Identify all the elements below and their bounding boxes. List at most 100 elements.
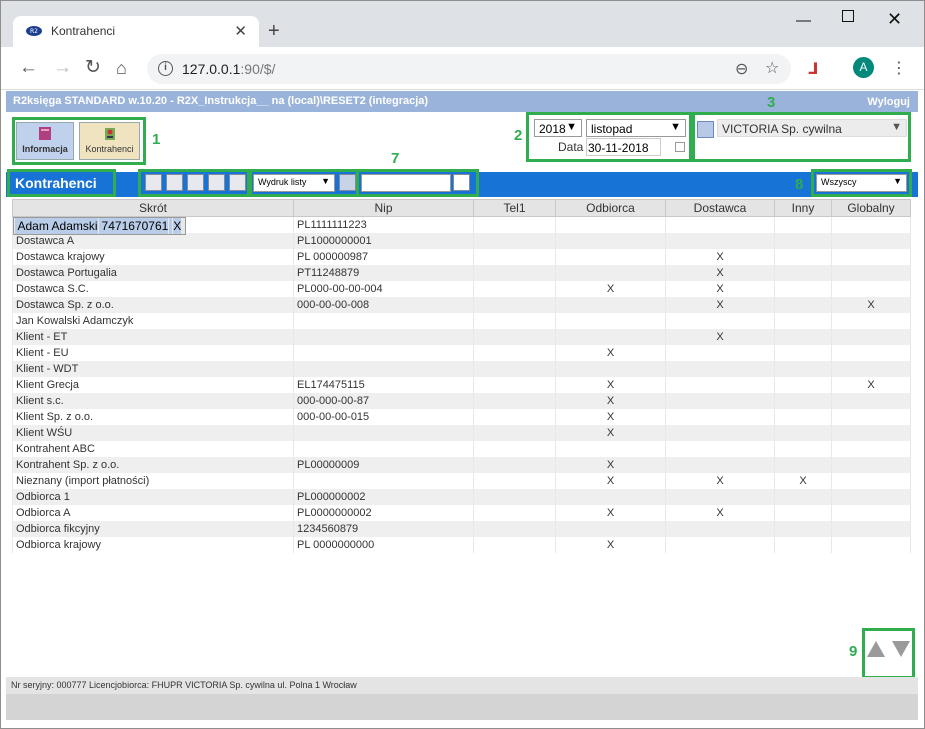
column-header[interactable]: Odbiorca — [555, 199, 666, 217]
table-cell: Klient - ET — [12, 329, 294, 345]
table-cell: Kontrahent Sp. z o.o. — [12, 457, 294, 473]
table-row[interactable]: Klient - WDT — [12, 361, 911, 377]
table-row[interactable]: Kontrahent Sp. z o.o. PL00000009 X — [12, 457, 911, 473]
column-header[interactable]: Dostawca — [665, 199, 775, 217]
table-cell: X — [665, 297, 775, 313]
zoom-icon[interactable]: ⊖ — [735, 59, 748, 79]
table-cell: Dostawca Portugalia — [12, 265, 294, 281]
bookmark-star-icon[interactable]: ☆ — [765, 58, 779, 78]
status-footer: Nr seryjny: 000777 Licencjobiorca: FHUPR… — [6, 677, 918, 694]
new-tab-icon[interactable]: + — [268, 21, 280, 41]
table-cell — [293, 441, 474, 457]
table-cell: X — [665, 329, 775, 345]
minimize-icon[interactable]: — — [796, 12, 811, 29]
table-row[interactable]: Klient Sp. z o.o. 000-00-00-015 X — [12, 409, 911, 425]
table-row[interactable]: Nieznany (import płatności) X X X — [12, 473, 911, 489]
table-cell: Dostawca S.C. — [12, 281, 294, 297]
table-row[interactable]: Odbiorca krajowy PL 0000000000 X — [12, 537, 911, 553]
marker-box-8 — [811, 169, 912, 197]
table-row[interactable]: Klient - ET X — [12, 329, 911, 345]
table-row[interactable]: Dostawca Sp. z o.o. 000-00-00-008 X X — [12, 297, 911, 313]
favicon-icon: R2 — [26, 26, 42, 36]
maximize-icon[interactable] — [842, 10, 854, 22]
table-cell: PT11248879 — [293, 265, 474, 281]
back-icon[interactable]: ← — [19, 58, 38, 78]
table-row[interactable]: Klient Grecja EL174475115 X X — [12, 377, 911, 393]
table-cell: PL000-00-00-004 — [293, 281, 474, 297]
table-cell: Odbiorca A — [12, 505, 294, 521]
close-window-icon[interactable]: ✕ — [887, 9, 902, 30]
column-header[interactable]: Globalny — [831, 199, 911, 217]
reload-icon[interactable]: ↻ — [85, 58, 101, 78]
address-bar[interactable]: i 127.0.0.1:90/$/ ⊖ ☆ — [147, 54, 791, 84]
table-row[interactable]: Klient WŚU X — [12, 425, 911, 441]
table-cell — [774, 441, 832, 457]
table-row[interactable]: Odbiorca A PL0000000002 X X — [12, 505, 911, 521]
table-cell — [473, 521, 556, 537]
profile-avatar[interactable]: A — [853, 57, 874, 78]
table-row[interactable]: Dostawca A PL1000000001 — [12, 233, 911, 249]
table-row[interactable]: Jan Kowalski Adamczyk — [12, 313, 911, 329]
table-cell — [555, 297, 666, 313]
table-cell — [774, 233, 832, 249]
column-header[interactable]: Skrót — [12, 199, 294, 217]
table-cell: 000-00-00-015 — [293, 409, 474, 425]
table-cell — [665, 457, 775, 473]
column-header[interactable]: Nip — [293, 199, 474, 217]
table-cell — [473, 409, 556, 425]
column-header[interactable]: Tel1 — [473, 199, 556, 217]
table-cell: Odbiorca 1 — [12, 489, 294, 505]
column-header[interactable]: Inny — [774, 199, 832, 217]
table-cell — [774, 345, 832, 361]
table-cell — [665, 361, 775, 377]
logout-link[interactable]: Wyloguj — [867, 96, 910, 108]
table-cell — [774, 409, 832, 425]
table-row[interactable]: Odbiorca fikcyjny 1234560879 — [12, 521, 911, 537]
table-cell — [665, 233, 775, 249]
table-cell — [665, 441, 775, 457]
table-cell: X — [172, 218, 183, 234]
home-icon[interactable]: ⌂ — [116, 58, 127, 78]
marker-7: 7 — [391, 150, 400, 167]
table-row[interactable]: Odbiorca 1 PL000000002 — [12, 489, 911, 505]
table-cell: 000-00-00-008 — [293, 297, 474, 313]
table-row[interactable]: Dostawca S.C. PL000-00-00-004 X X — [12, 281, 911, 297]
table-cell — [293, 345, 474, 361]
table-row[interactable]: Dostawca Portugalia PT11248879 X — [12, 265, 911, 281]
forward-icon[interactable]: → — [53, 58, 72, 78]
table-cell: X — [555, 281, 666, 297]
marker-8: 8 — [795, 176, 804, 193]
url-text: 127.0.0.1:90/$/ — [182, 61, 276, 77]
table-cell — [831, 393, 911, 409]
table-cell — [774, 457, 832, 473]
table-row[interactable]: Adam Adamski 7471670761 X — [12, 217, 187, 235]
table-cell: X — [665, 281, 775, 297]
table-cell — [473, 441, 556, 457]
pdf-extension-icon[interactable]: ⅃ — [808, 59, 818, 79]
table-row[interactable]: Kontrahent ABC — [12, 441, 911, 457]
table-cell: Klient Sp. z o.o. — [12, 409, 294, 425]
browser-tab[interactable]: R2 Kontrahenci ✕ — [13, 16, 259, 47]
svg-text:R2: R2 — [30, 28, 38, 35]
table-cell: Kontrahent ABC — [12, 441, 294, 457]
close-tab-icon[interactable]: ✕ — [234, 22, 247, 40]
table-cell — [831, 521, 911, 537]
menu-dots-icon[interactable]: ⋮ — [891, 58, 907, 78]
table-cell — [831, 233, 911, 249]
table-cell — [831, 473, 911, 489]
marker-box-2 — [526, 112, 692, 162]
table-cell — [473, 361, 556, 377]
table-cell: Klient Grecja — [12, 377, 294, 393]
table-cell — [831, 537, 911, 553]
table-row[interactable]: Klient s.c. 000-000-00-87 X — [12, 393, 911, 409]
table-cell — [555, 313, 666, 329]
table-cell — [831, 345, 911, 361]
table-body: Adam Adamski7471670761XDostawca 1PL11111… — [12, 217, 911, 553]
table-cell — [774, 505, 832, 521]
table-cell: X — [831, 297, 911, 313]
site-info-icon[interactable]: i — [158, 61, 173, 76]
table-row[interactable]: Klient - EU X — [12, 345, 911, 361]
table-cell: Dostawca Sp. z o.o. — [12, 297, 294, 313]
table-cell — [665, 393, 775, 409]
table-row[interactable]: Dostawca krajowy PL 000000987 X — [12, 249, 911, 265]
